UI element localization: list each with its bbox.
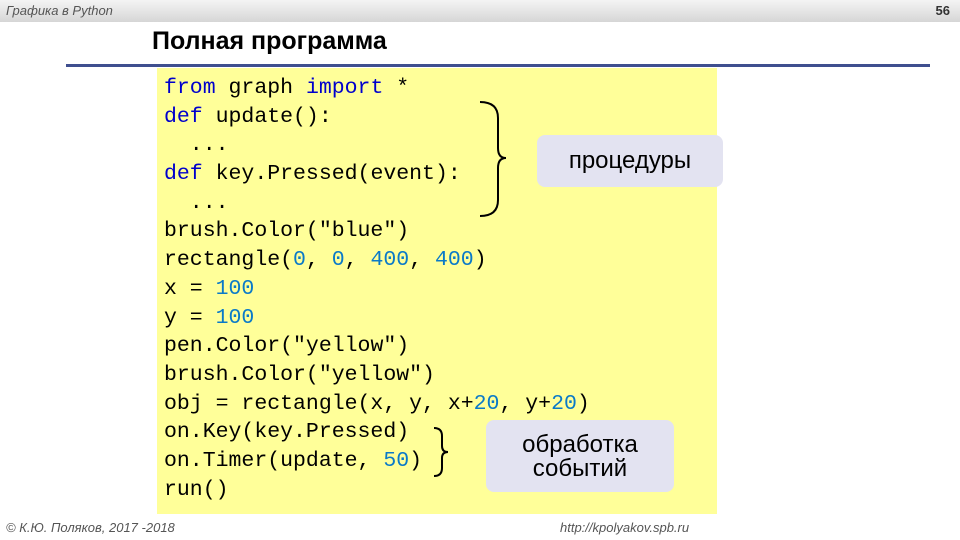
code-token: "yellow" xyxy=(293,334,397,359)
code-line: x = 100 xyxy=(164,275,590,304)
code-line: brush.Color("blue") xyxy=(164,217,590,246)
code-token: ) xyxy=(576,391,590,416)
code-token: * xyxy=(383,76,410,100)
procedures-callout: процедуры xyxy=(537,135,723,187)
copyright-text: © К.Ю. Поляков, 2017 -2018 xyxy=(6,520,175,535)
code-line: def update(): xyxy=(164,103,590,132)
code-token: def xyxy=(164,104,203,129)
code-token: brush.Color( xyxy=(164,362,319,387)
title-underline xyxy=(66,64,930,67)
code-token: 50 xyxy=(383,448,410,473)
code-token: 100 xyxy=(215,276,255,301)
code-line: pen.Color("yellow") xyxy=(164,332,590,361)
events-label-line1: обработка xyxy=(522,431,638,458)
code-token: 20 xyxy=(551,391,577,416)
code-token: brush.Color( xyxy=(164,219,319,244)
code-line: y = 100 xyxy=(164,304,590,333)
page-number: 56 xyxy=(935,3,950,18)
code-token: import xyxy=(305,76,384,100)
code-line: ... xyxy=(164,189,590,218)
code-token: run() xyxy=(164,477,229,502)
events-label-line2: событий xyxy=(532,455,628,482)
code-token: on.Timer(update, xyxy=(164,448,384,473)
code-token: ) xyxy=(409,448,423,473)
code-token: , xyxy=(305,248,332,273)
slide-title: Полная программа xyxy=(152,27,387,55)
code-token: 100 xyxy=(215,305,255,330)
procedures-label: процедуры xyxy=(568,147,692,174)
code-token: ... xyxy=(164,133,229,158)
code-token: graph xyxy=(215,76,306,100)
code-token: , xyxy=(409,248,435,273)
code-token: y = xyxy=(164,305,216,330)
code-line: from graph import * xyxy=(164,74,590,103)
code-token: ) xyxy=(396,334,410,359)
events-callout: обработка событий xyxy=(486,420,674,492)
code-token: 400 xyxy=(435,248,474,273)
code-token: 0 xyxy=(331,248,345,273)
code-token: ) xyxy=(422,362,435,387)
code-token: pen.Color( xyxy=(164,334,294,359)
header-bar: Графика в Python 56 xyxy=(0,0,960,22)
code-token: on.Key(key.Pressed) xyxy=(164,420,410,445)
code-token: from xyxy=(164,76,216,100)
code-token: "yellow" xyxy=(318,362,423,387)
code-line: ... xyxy=(164,131,590,160)
code-token: 400 xyxy=(370,248,410,273)
code-token: , xyxy=(344,248,371,273)
code-token: "blue" xyxy=(318,219,397,244)
code-token: ... xyxy=(164,190,229,215)
code-token: 0 xyxy=(293,248,306,273)
code-line: obj = rectangle(x, y, x+20, y+20) xyxy=(164,390,590,419)
code-token: ) xyxy=(396,219,410,244)
procedures-brace xyxy=(479,101,507,217)
code-token: rectangle( xyxy=(164,248,294,273)
code-token: x = xyxy=(164,276,216,301)
site-url: http://kpolyakov.spb.ru xyxy=(560,520,690,535)
code-line: brush.Color("yellow") xyxy=(164,361,590,390)
code-token: key.Pressed(event): xyxy=(202,162,461,187)
code-token: update(): xyxy=(202,104,332,129)
course-name: Графика в Python xyxy=(6,3,113,18)
code-token: obj = rectangle(x, y, x+ xyxy=(164,391,474,416)
code-token: 20 xyxy=(473,391,500,416)
code-line: def key.Pressed(event): xyxy=(164,160,590,189)
code-line: rectangle(0, 0, 400, 400) xyxy=(164,246,590,275)
events-brace xyxy=(433,427,449,477)
code-token: ) xyxy=(473,248,487,273)
code-token: , y+ xyxy=(499,391,552,416)
code-token: def xyxy=(164,162,203,187)
